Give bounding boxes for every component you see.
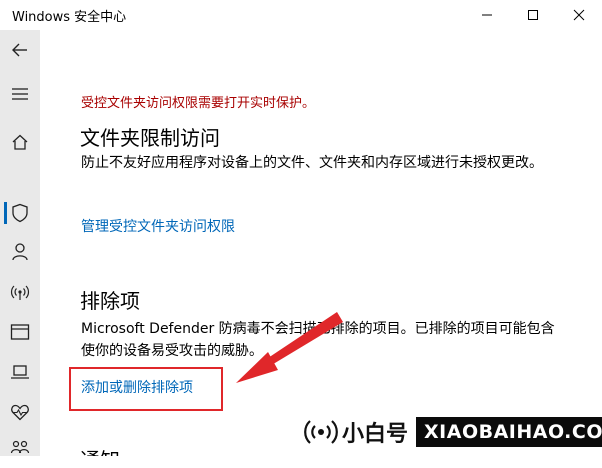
annotation-arrow [236,312,343,383]
watermark-domain: XIAOBAIHAO.COM [416,417,602,447]
watermark-badge: 小白号 XIAOBAIHAO.COM [304,412,602,452]
watermark-text: 小白号 [342,422,409,447]
security-center-window: Windows 安全中心 受控文件夹访问权限需要打开实时保护。 文件夹限制访问 … [0,0,602,456]
broadcast-icon [304,420,338,444]
